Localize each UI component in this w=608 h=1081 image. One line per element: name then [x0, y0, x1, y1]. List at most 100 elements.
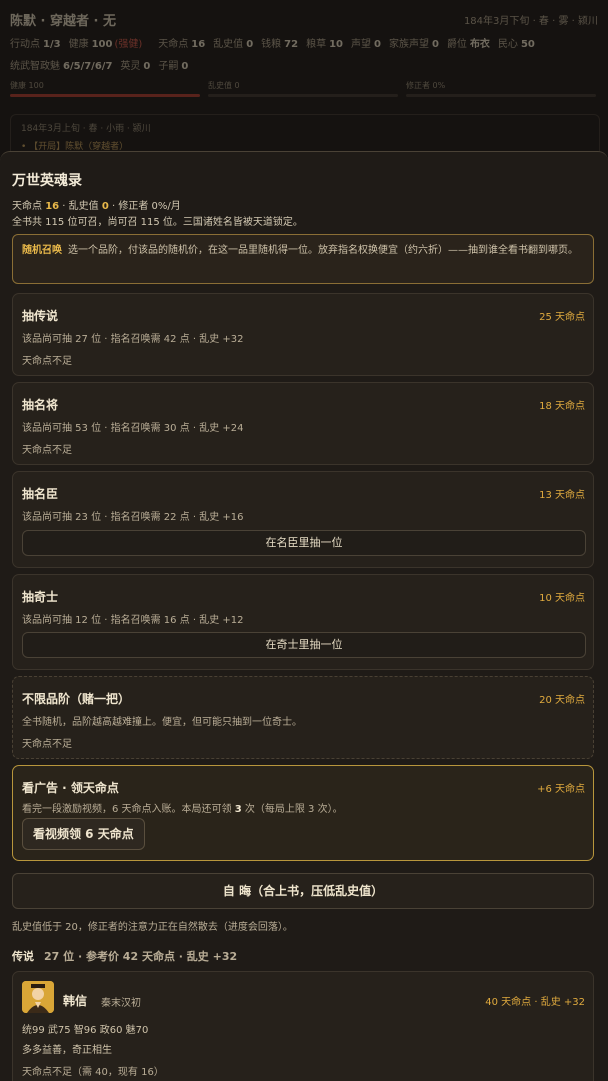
ad-reward: +6 天命点 — [537, 784, 585, 795]
attribute-row: 统武智政魅 6/5/7/6/7 英灵 0 子嗣 0 — [10, 57, 196, 72]
section-header: 传说 27 位 · 参考价 42 天命点 · 乱史 +32 — [12, 948, 237, 964]
random-summon-note: 随机召唤 选一个品阶，付该品的随机价，在这一品里随机得一位。放弃指名权换便宜（约六… — [12, 234, 594, 284]
hero-stats: 统99 武75 智96 政60 魅70 — [22, 1025, 149, 1036]
tier-cost: 13 天命点 — [539, 490, 585, 501]
resource-item: 家族声望 0 — [389, 39, 439, 50]
draw-minister-button[interactable]: 在名臣里抽一位 — [22, 530, 586, 556]
resource-label: 健康 — [68, 39, 89, 50]
tier-status: 天命点不足 — [22, 356, 72, 367]
tier-desc: 该品尚可抽 12 位 · 指名召唤需 16 点 · 乱史 +12 — [22, 615, 244, 626]
tier-name: 抽传说 — [22, 309, 59, 323]
attribute-value: 0 — [181, 61, 189, 72]
attribute-value: 6/5/7/6/7 — [63, 61, 113, 72]
section-subtitle: 27 位 · 参考价 42 天命点 · 乱史 +32 — [44, 950, 238, 963]
ad-desc-a: 看完一段激励视频，6 天命点入账。本局还可领 — [22, 804, 235, 815]
resource-label: 粮草 — [306, 39, 327, 50]
tier-desc: 该品尚可抽 53 位 · 指名召唤需 30 点 · 乱史 +24 — [22, 423, 244, 434]
tier-cost: 20 天命点 — [539, 695, 585, 706]
tier-status: 天命点不足 — [22, 445, 72, 456]
status-bar-label: 乱史值 0 — [208, 81, 240, 90]
resource-label: 声望 — [351, 39, 371, 50]
ad-desc: 看完一段激励视频，6 天命点入账。本局还可领 3 次（每局上限 3 次）。 — [22, 800, 343, 815]
tier-name: 抽名臣 — [22, 487, 59, 501]
resource-value: 布衣 — [469, 39, 490, 50]
conceal-button[interactable]: 自 晦（合上书，压低乱史值） — [12, 873, 594, 909]
resource-value: 10 — [329, 39, 343, 50]
resource-label: 乱史值 — [213, 39, 244, 50]
status-bar: 健康 100 — [10, 80, 200, 97]
status-bar-label: 修正者 0% — [406, 81, 446, 90]
attribute-value: 0 — [143, 61, 151, 72]
tier-name: 抽名将 — [22, 398, 59, 412]
hero-card[interactable]: 韩信 秦末汉初 40 天命点 · 乱史 +32 统99 武75 智96 政60 … — [12, 971, 594, 1081]
tier-name: 不限品阶（赌一把） — [22, 692, 131, 706]
resource-value: 0 — [246, 39, 254, 50]
resource-item: 天命点 16 — [158, 39, 205, 50]
hero-avatar — [22, 981, 54, 1013]
summon-modal: 万世英魂录 天命点 16 · 乱史值 0 · 修正者 0%/月 全书共 115 … — [0, 151, 608, 1081]
attribute-label: 英灵 — [120, 61, 141, 72]
random-summon-text: 选一个品阶，付该品的随机价，在这一品里随机得一位。放弃指名权换便宜（约六折）——… — [68, 245, 578, 256]
roster-summary: 全书共 115 位可召，尚可召 115 位。三国诸姓名皆被天道锁定。 — [12, 217, 303, 228]
status-bar-track — [208, 94, 398, 97]
hero-quote: 多多益善，奇正相生 — [22, 1045, 112, 1056]
resource-value: 72 — [284, 39, 299, 50]
ad-desc-b: 次（每局上限 3 次）。 — [241, 804, 343, 815]
tier-cost: 18 天命点 — [539, 401, 585, 412]
resource-value: 16 — [191, 39, 206, 50]
status-bar-fill — [10, 94, 200, 97]
status-bar: 乱史值 0 — [208, 80, 398, 97]
status-bar: 修正者 0% — [406, 80, 596, 97]
watch-ad-button[interactable]: 看视频领 6 天命点 — [22, 818, 145, 850]
draw-strategist-button[interactable]: 在奇士里抽一位 — [22, 632, 586, 658]
tier-desc: 全书随机，品阶越高越难撞上。便宜，但可能只抽到一位奇士。 — [22, 717, 302, 728]
ad-title: 看广告 · 领天命点 — [22, 781, 119, 795]
resource-item: 声望 0 — [351, 39, 381, 50]
tier-card-minister: 抽名臣 13 天命点 该品尚可抽 23 位 · 指名召唤需 22 点 · 乱史 … — [12, 471, 594, 568]
chaos-label: · 乱史值 — [59, 201, 102, 212]
resource-item: 民心 50 — [498, 39, 535, 50]
hero-status: 天命点不足（需 40，现有 16） — [22, 1067, 164, 1078]
resource-value: 50 — [520, 39, 535, 50]
resource-item: 行动点 1/3 — [10, 39, 61, 50]
ad-reward-card: 看广告 · 领天命点 +6 天命点 看完一段激励视频，6 天命点入账。本局还可领… — [12, 765, 594, 861]
status-bars: 健康 100 乱史值 0 修正者 0% — [10, 80, 600, 100]
hero-portrait-icon — [22, 981, 54, 1013]
resource-item: 乱史值 0 — [213, 39, 253, 50]
chaos-note: 乱史值低于 20，修正者的注意力正在自然散去（进度会回落）。 — [12, 922, 293, 933]
hero-cost: 40 天命点 · 乱史 +32 — [485, 997, 585, 1008]
corrector-rate: · 修正者 0%/月 — [108, 201, 181, 212]
tier-name: 抽奇士 — [22, 590, 59, 604]
resource-label: 民心 — [497, 39, 518, 50]
character-title: 陈默 · 穿越者 · 无 — [10, 14, 116, 29]
attribute-label: 统武智政魅 — [10, 61, 60, 72]
game-date: 184年3月下旬 · 春 · 雾 · 颍川 — [463, 16, 598, 27]
status-bar-track — [406, 94, 596, 97]
resource-item: 爵位 布衣 — [447, 39, 490, 50]
points-summary: 天命点 16 · 乱史值 0 · 修正者 0%/月 — [12, 197, 181, 212]
tianming-value: 16 — [45, 201, 60, 212]
resource-item: 钱粮 72 — [261, 39, 298, 50]
resource-label: 家族声望 — [388, 39, 429, 50]
resource-label: 行动点 — [10, 39, 40, 50]
tier-card-strategist: 抽奇士 10 天命点 该品尚可抽 12 位 · 指名召唤需 16 点 · 乱史 … — [12, 574, 594, 670]
resource-value: 0 — [431, 39, 439, 50]
attribute-label: 子嗣 — [158, 61, 179, 72]
ad-remaining-count: 3 — [234, 804, 242, 815]
hero-name: 韩信 — [63, 994, 88, 1008]
tier-desc: 该品尚可抽 23 位 · 指名召唤需 22 点 · 乱史 +16 — [22, 512, 244, 523]
tier-cost: 10 天命点 — [539, 593, 585, 604]
tier-desc: 该品尚可抽 27 位 · 指名召唤需 42 点 · 乱史 +32 — [22, 334, 244, 345]
resource-value: 0 — [374, 39, 381, 50]
attribute-item: 子嗣 0 — [158, 61, 188, 72]
resource-item: 健康 100 (强健) — [69, 39, 151, 50]
resource-value: 100 — [91, 39, 113, 50]
tier-card-any: 不限品阶（赌一把） 20 天命点 全书随机，品阶越高越难撞上。便宜，但可能只抽到… — [12, 676, 594, 759]
resource-row: 行动点 1/3 健康 100 (强健) 天命点 16 乱史值 0 钱粮 72 粮草 10 声望 0 家族声望 0… — [10, 35, 543, 50]
resource-item: 粮草 10 — [306, 39, 343, 50]
background-page: 陈默 · 穿越者 · 无 184年3月下旬 · 春 · 雾 · 颍川 行动点 1/… — [0, 0, 608, 176]
resource-value: 1/3 — [43, 39, 61, 50]
status-bar-track — [10, 94, 200, 97]
tianming-label: 天命点 — [12, 201, 46, 212]
random-summon-title: 随机召唤 — [22, 245, 62, 256]
